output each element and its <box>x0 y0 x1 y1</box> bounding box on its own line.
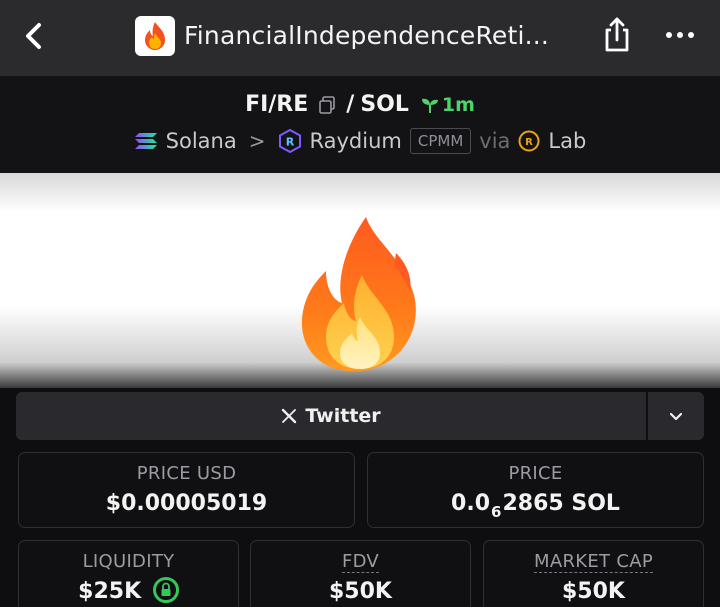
fire-emoji-icon <box>145 22 165 50</box>
price-suffix: 2865 SOL <box>502 491 620 516</box>
fdv-label-text: FDV <box>341 551 380 573</box>
svg-text:R: R <box>526 137 534 148</box>
market-cap-label[interactable]: MARKET CAP <box>484 551 703 573</box>
price-native-label: PRICE <box>508 463 563 484</box>
more-options-button[interactable] <box>660 20 700 50</box>
liquidity-card: LIQUIDITY $25K <box>18 540 239 607</box>
lock-icon <box>152 577 179 603</box>
via-label: via <box>479 129 511 153</box>
price-usd-label: PRICE USD <box>136 463 237 484</box>
price-native-card: PRICE 0.062865 SOL <box>367 452 704 528</box>
price-usd-value: $0.00005019 <box>105 491 268 516</box>
back-button[interactable] <box>14 16 54 56</box>
browser-top-bar: FinancialIndependenceReti... <box>0 0 720 76</box>
chevron-down-icon <box>669 412 683 420</box>
price-zero-count: 6 <box>491 503 502 521</box>
liquidity-label: LIQUIDITY <box>82 551 175 572</box>
raydium-icon: R <box>278 129 301 153</box>
chain-link[interactable]: Solana <box>166 129 237 153</box>
market-cap-value: $50K <box>562 579 625 604</box>
breadcrumb-arrow: > <box>248 129 266 153</box>
fdv-value: $50K <box>329 579 392 604</box>
pool-type-badge: CPMM <box>409 128 472 154</box>
pair-quote-symbol: SOL <box>360 92 409 117</box>
share-icon <box>605 17 629 52</box>
raydium-lab-icon: R <box>518 130 540 152</box>
site-favicon <box>135 16 175 56</box>
share-button[interactable] <box>596 12 638 58</box>
pair-title: FI/RE / SOL 1m <box>0 92 720 117</box>
solana-icon <box>134 133 157 149</box>
social-links-row: Twitter <box>16 392 704 440</box>
pair-age: 1m <box>421 94 475 116</box>
chevron-left-icon <box>26 23 41 49</box>
pair-header: FI/RE / SOL 1m Solana > R Raydium CPMM v… <box>0 76 720 173</box>
more-horizontal-icon <box>666 32 694 38</box>
liquidity-value-row: $25K <box>19 577 238 605</box>
dex-link[interactable]: Raydium <box>310 129 402 153</box>
price-prefix: 0.0 <box>451 491 491 516</box>
copy-icon <box>319 95 336 114</box>
page-title: FinancialIndependenceReti... <box>184 21 550 50</box>
liquidity-value: $25K <box>78 579 142 604</box>
liquidity-lock-button[interactable] <box>152 577 179 603</box>
twitter-button[interactable]: Twitter <box>16 392 646 440</box>
twitter-button-label: Twitter <box>305 405 381 427</box>
fire-emoji-image <box>301 217 416 372</box>
price-usd-card: PRICE USD $0.00005019 <box>18 452 355 528</box>
more-links-dropdown[interactable] <box>648 392 704 440</box>
token-banner <box>0 173 720 388</box>
x-logo-icon <box>282 408 297 424</box>
pair-separator: / <box>346 92 355 117</box>
sprout-icon <box>421 98 438 113</box>
price-native-value: 0.062865 SOL <box>368 491 703 521</box>
launchpad-link[interactable]: Lab <box>548 129 586 153</box>
pair-age-label: 1m <box>441 93 475 116</box>
market-cap-label-text: MARKET CAP <box>534 551 653 573</box>
svg-text:R: R <box>285 136 294 149</box>
fdv-card: FDV $50K <box>250 540 471 607</box>
fdv-label[interactable]: FDV <box>251 551 470 573</box>
copy-address-button[interactable] <box>318 95 336 114</box>
pair-base-symbol: FI/RE <box>245 92 309 117</box>
market-cap-card: MARKET CAP $50K <box>483 540 704 607</box>
route-breadcrumb: Solana > R Raydium CPMM via R Lab <box>0 128 720 154</box>
